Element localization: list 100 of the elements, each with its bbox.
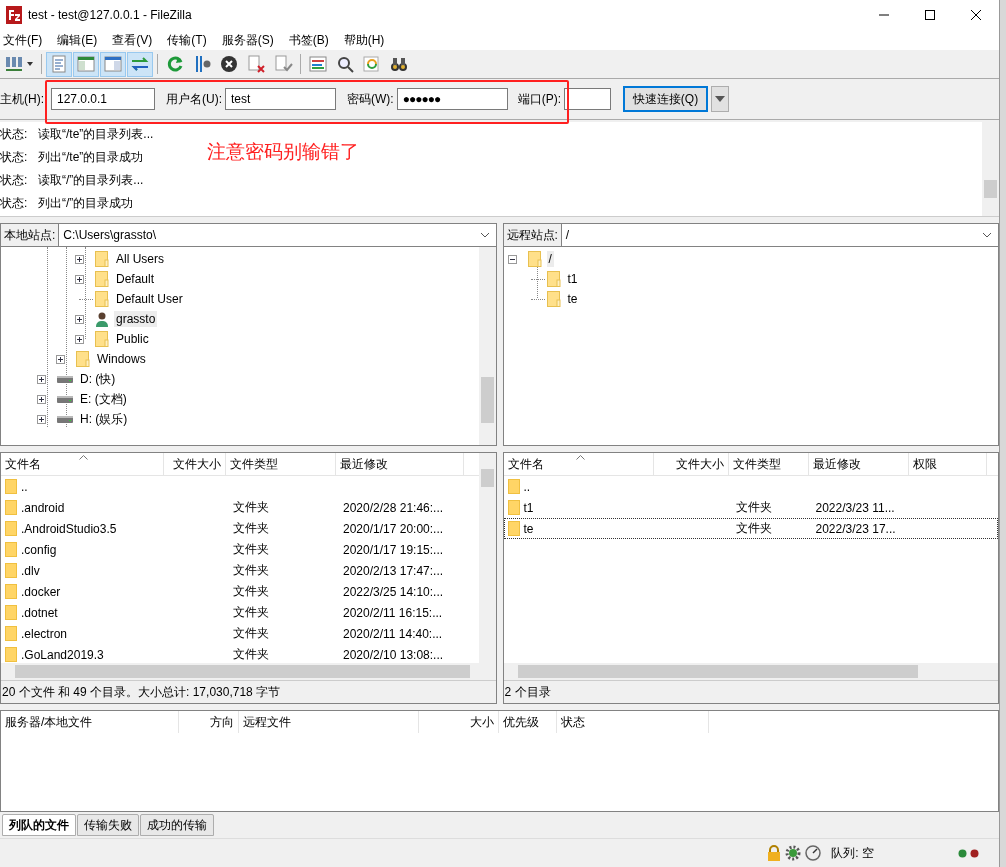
tab[interactable]: 传输失败: [77, 814, 139, 836]
chevron-down-icon[interactable]: [982, 232, 992, 238]
file-type: 文件夹: [233, 625, 269, 642]
drive-icon: [57, 374, 73, 384]
local-status-text: 20 个文件 和 49 个目录。大小总计: 17,030,718 字节: [1, 680, 496, 703]
scrollbar[interactable]: [478, 247, 496, 445]
expand-icon[interactable]: [75, 334, 84, 344]
column-header[interactable]: 文件类型: [226, 453, 336, 475]
tree-item[interactable]: E: (文档): [78, 389, 129, 409]
menu-item[interactable]: 编辑(E): [57, 31, 98, 49]
scrollbar[interactable]: [1, 663, 496, 680]
column-header[interactable]: 文件大小: [653, 453, 729, 475]
tree-item[interactable]: grassto: [114, 311, 158, 327]
column-header[interactable]: 文件大小: [164, 453, 226, 475]
username-field[interactable]: test: [225, 88, 336, 110]
expand-icon[interactable]: [75, 254, 84, 264]
expand-icon[interactable]: [75, 274, 84, 284]
menu-item[interactable]: 服务器(S): [221, 31, 274, 49]
column-header[interactable]: 远程文件: [239, 711, 419, 733]
column-header[interactable]: 文件名: [503, 453, 654, 475]
collapse-icon[interactable]: [507, 254, 517, 264]
password-field[interactable]: ●●●●●●: [396, 88, 508, 110]
toggle-pane-button[interactable]: [127, 51, 153, 77]
modified-date: 2020/2/28 21:46:...: [343, 500, 444, 515]
tree-item[interactable]: te: [565, 291, 580, 307]
modified-date: 2020/1/17 20:00:...: [343, 521, 444, 536]
folder-icon: [507, 500, 521, 515]
tree-item[interactable]: Public: [114, 331, 151, 347]
host-field[interactable]: 127.0.0.1: [51, 88, 155, 110]
close-icon[interactable]: [970, 9, 982, 21]
menu-item[interactable]: 书签(B): [288, 31, 329, 49]
expand-icon[interactable]: [75, 314, 84, 324]
scrollbar[interactable]: [478, 453, 496, 663]
file-name[interactable]: .dotnet: [21, 605, 58, 620]
file-name[interactable]: .docker: [21, 584, 61, 599]
local-path-field[interactable]: C:\Users\grassto\: [59, 228, 480, 242]
port-field[interactable]: [564, 88, 611, 110]
file-name[interactable]: ..: [21, 479, 28, 494]
expand-icon[interactable]: [37, 414, 46, 424]
toggle-pane-button[interactable]: [46, 51, 72, 77]
column-header[interactable]: 大小: [419, 711, 499, 733]
folder-icon: [5, 521, 18, 536]
modified-date: 2022/3/23 17...: [815, 521, 896, 536]
tree-item[interactable]: All Users: [114, 251, 166, 267]
file-type: 文件夹: [233, 562, 269, 579]
scrollbar[interactable]: [982, 122, 999, 216]
log-label: 状态:: [0, 149, 29, 166]
dropdown-button[interactable]: [711, 86, 729, 112]
remote-site-label: 远程站点:: [503, 224, 562, 246]
file-name[interactable]: .config: [21, 542, 57, 557]
file-name[interactable]: ..: [523, 479, 531, 494]
file-name[interactable]: .electron: [21, 626, 68, 641]
toggle-pane-button[interactable]: [73, 51, 99, 77]
tree-item[interactable]: /: [546, 251, 554, 267]
expand-icon[interactable]: [37, 394, 46, 404]
modified-date: 2020/2/13 17:47:...: [343, 563, 444, 578]
column-header[interactable]: 服务器/本地文件: [1, 711, 179, 733]
remote-path-field[interactable]: /: [561, 228, 982, 242]
tree-item[interactable]: Default User: [114, 291, 185, 307]
column-header[interactable]: 优先级: [499, 711, 557, 733]
column-header[interactable]: 方向: [179, 711, 239, 733]
folder-icon: [5, 500, 18, 515]
column-header[interactable]: 文件名: [1, 453, 164, 475]
expand-icon[interactable]: [37, 374, 46, 384]
tree-item[interactable]: Default: [114, 271, 157, 287]
menu-item[interactable]: 查看(V): [112, 31, 153, 49]
remote-status-text: 2 个目录: [503, 680, 998, 703]
menu-item[interactable]: 帮助(H): [343, 31, 385, 49]
menu-item[interactable]: 传输(T): [167, 31, 207, 49]
file-name[interactable]: t1: [523, 500, 534, 515]
file-type: 文件夹: [233, 541, 269, 558]
menu-item[interactable]: 文件(F): [3, 31, 43, 49]
toggle-pane-button[interactable]: [100, 51, 126, 77]
file-name[interactable]: .android: [21, 500, 65, 515]
expand-icon[interactable]: [56, 354, 65, 364]
scrollbar[interactable]: [503, 663, 998, 680]
tree-item[interactable]: D: (快): [78, 369, 118, 389]
file-name[interactable]: te: [523, 521, 534, 536]
tab[interactable]: 成功的传输: [140, 814, 214, 836]
tree-item[interactable]: Windows: [95, 351, 148, 367]
file-name[interactable]: .GoLand2019.3: [21, 647, 104, 662]
file-name[interactable]: .dlv: [21, 563, 40, 578]
column-header[interactable]: 状态: [557, 711, 709, 733]
column-header[interactable]: 最近修改: [808, 453, 909, 475]
file-name[interactable]: .AndroidStudio3.5: [21, 521, 117, 536]
maximize-icon[interactable]: [924, 9, 936, 21]
tab[interactable]: 列队的文件: [2, 814, 76, 836]
folder-icon: [546, 271, 561, 287]
app-logo-icon: [6, 6, 22, 24]
file-type: 文件夹: [735, 499, 772, 516]
column-header[interactable]: 权限: [908, 453, 987, 475]
chevron-down-icon[interactable]: [479, 232, 490, 238]
log-label: 状态:: [0, 126, 29, 143]
host-label: 主机(H):: [0, 90, 44, 108]
tree-item[interactable]: t1: [565, 271, 580, 287]
quickconnect-button[interactable]: 快速连接(Q): [623, 86, 708, 112]
tree-item[interactable]: H: (娱乐): [78, 409, 130, 429]
column-header[interactable]: 文件类型: [728, 453, 809, 475]
column-header[interactable]: 最近修改: [336, 453, 464, 475]
folder-icon: [95, 331, 109, 347]
